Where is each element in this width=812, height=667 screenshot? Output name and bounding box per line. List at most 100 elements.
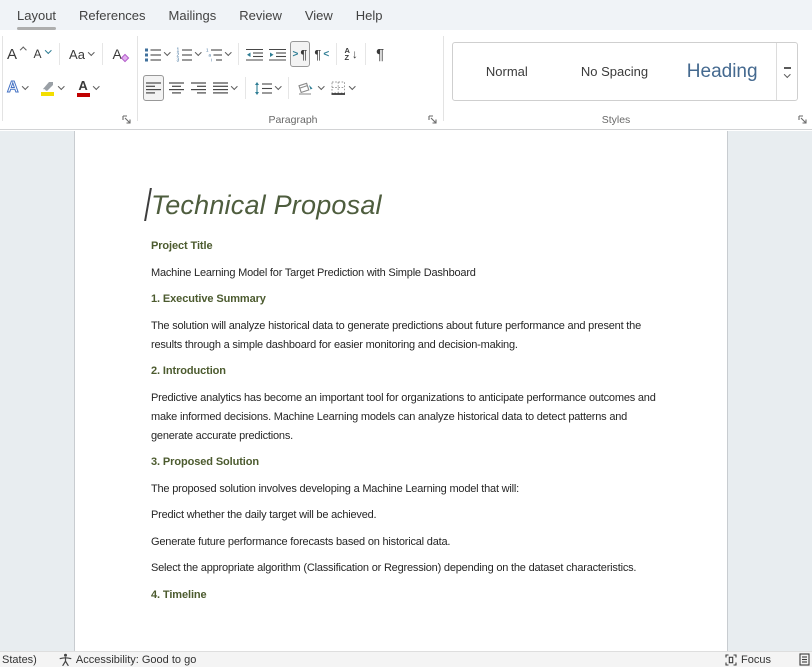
document-content: Technical Proposal Project Title Machine L… xyxy=(151,131,656,612)
numbering-button[interactable]: 123 xyxy=(174,41,203,67)
clear-formatting-glyph: A xyxy=(112,46,121,62)
ribbon-tab-bar: Layout References Mailings Review View Help xyxy=(0,0,812,30)
align-right-button[interactable] xyxy=(189,75,208,101)
styles-dialog-launcher[interactable] xyxy=(797,114,809,126)
tab-review[interactable]: Review xyxy=(239,8,282,23)
paint-bucket-icon xyxy=(297,81,315,95)
separator xyxy=(288,77,289,99)
doc-para[interactable]: Machine Learning Model for Target Predic… xyxy=(151,264,656,283)
tab-view[interactable]: View xyxy=(305,8,333,23)
chevron-down-icon xyxy=(231,83,237,89)
style-heading[interactable]: Heading xyxy=(668,43,776,100)
text-highlight-button[interactable] xyxy=(38,75,66,101)
decrease-indent-button[interactable] xyxy=(244,41,265,67)
paragraph-group-row2 xyxy=(143,74,356,102)
text-cursor xyxy=(144,188,151,221)
doc-heading[interactable]: Project Title xyxy=(151,237,656,256)
styles-gallery: Normal No Spacing Heading xyxy=(452,42,798,101)
tab-layout[interactable]: Layout xyxy=(17,8,56,23)
align-left-button[interactable] xyxy=(143,75,164,101)
rtl-arrow: < xyxy=(323,49,329,60)
sort-button[interactable]: AZ ↓ xyxy=(342,41,360,67)
language-indicator[interactable]: States) xyxy=(2,654,37,666)
separator xyxy=(336,43,337,65)
change-case-glyph: Aa xyxy=(69,47,85,62)
caret-up-icon xyxy=(20,47,26,53)
clear-formatting-button[interactable]: A xyxy=(110,41,129,67)
accessibility-label: Accessibility: Good to go xyxy=(76,654,196,666)
line-spacing-icon xyxy=(254,82,272,95)
doc-heading[interactable]: 3. Proposed Solution xyxy=(151,453,656,472)
pilcrow-glyph: ¶ xyxy=(314,47,321,62)
ribbon: A A Aa A A xyxy=(0,30,812,130)
increase-indent-icon xyxy=(269,48,286,61)
justify-icon xyxy=(213,82,228,94)
read-mode-icon[interactable] xyxy=(799,653,810,666)
doc-para[interactable]: Generate future performance forecasts ba… xyxy=(151,533,656,552)
focus-mode-button[interactable]: Focus xyxy=(741,654,771,666)
ltr-text-direction-button[interactable]: > ¶ xyxy=(290,41,311,67)
doc-title[interactable]: Technical Proposal xyxy=(151,187,656,223)
document-page[interactable]: Technical Proposal Project Title Machine L… xyxy=(74,131,728,651)
chevron-down-icon xyxy=(225,49,231,55)
rtl-text-direction-button[interactable]: ¶ < xyxy=(312,41,331,67)
grow-font-button[interactable]: A xyxy=(5,41,28,67)
style-normal[interactable]: Normal xyxy=(453,43,561,100)
text-effects-button[interactable]: A xyxy=(5,75,29,101)
doc-para[interactable]: Predict whether the daily target will be… xyxy=(151,506,656,525)
style-heading-label: Heading xyxy=(687,61,758,83)
separator xyxy=(245,77,246,99)
styles-group-label: Styles xyxy=(446,114,786,126)
chevron-down-icon xyxy=(275,83,281,89)
styles-items: Normal No Spacing Heading xyxy=(453,43,776,100)
tab-help[interactable]: Help xyxy=(356,8,383,23)
justify-button[interactable] xyxy=(211,75,239,101)
multilevel-list-icon: 1ai xyxy=(206,47,222,62)
grow-font-glyph: A xyxy=(7,46,17,63)
bullet-list-icon xyxy=(145,47,161,62)
style-no-spacing[interactable]: No Spacing xyxy=(561,43,669,100)
svg-text:3: 3 xyxy=(176,57,179,62)
separator xyxy=(238,43,239,65)
align-center-button[interactable] xyxy=(167,75,186,101)
doc-para[interactable]: The solution will analyze historical dat… xyxy=(151,317,656,355)
shrink-font-button[interactable]: A xyxy=(32,41,53,67)
accessibility-status[interactable]: Accessibility: Good to go xyxy=(59,653,196,666)
chevron-down-icon xyxy=(164,49,170,55)
doc-para[interactable]: Predictive analytics has become an impor… xyxy=(151,389,656,446)
styles-gallery-more-button[interactable] xyxy=(776,43,797,100)
chevron-down-icon xyxy=(784,71,790,77)
doc-para[interactable]: The proposed solution involves developin… xyxy=(151,480,656,499)
chevron-down-icon xyxy=(88,49,94,55)
caret-down-icon xyxy=(45,47,51,53)
paragraph-group-label: Paragraph xyxy=(143,114,443,126)
document-canvas: Technical Proposal Project Title Machine L… xyxy=(0,131,812,651)
paragraph-dialog-launcher[interactable] xyxy=(427,114,439,126)
tab-mailings[interactable]: Mailings xyxy=(169,8,217,23)
multilevel-list-button[interactable]: 1ai xyxy=(204,41,233,67)
doc-heading[interactable]: 4. Timeline xyxy=(151,586,656,605)
word-window: Layout References Mailings Review View Help A… xyxy=(0,0,812,667)
line-spacing-button[interactable] xyxy=(252,75,283,101)
doc-heading[interactable]: 1. Executive Summary xyxy=(151,290,656,309)
increase-indent-button[interactable] xyxy=(267,41,288,67)
chevron-down-icon xyxy=(93,83,99,89)
doc-para[interactable]: Select the appropriate algorithm (Classi… xyxy=(151,559,656,578)
group-separator xyxy=(2,36,3,121)
status-bar: States) Accessibility: Good to go Focus xyxy=(0,651,812,667)
chevron-down-icon xyxy=(195,49,201,55)
doc-heading[interactable]: 2. Introduction xyxy=(151,362,656,381)
change-case-button[interactable]: Aa xyxy=(67,41,95,67)
shading-button[interactable] xyxy=(295,75,326,101)
tab-references[interactable]: References xyxy=(79,8,145,23)
font-color-button[interactable]: A xyxy=(75,75,101,101)
font-color-icon: A xyxy=(77,79,90,97)
bullets-button[interactable] xyxy=(143,41,172,67)
font-dialog-launcher[interactable] xyxy=(121,114,133,126)
borders-button[interactable] xyxy=(329,75,357,101)
show-formatting-marks-button[interactable]: ¶ xyxy=(371,41,389,67)
more-bar xyxy=(784,67,791,69)
font-group-row2: A A xyxy=(5,74,100,102)
numbered-list-icon: 123 xyxy=(176,47,192,62)
svg-text:i: i xyxy=(211,57,212,62)
